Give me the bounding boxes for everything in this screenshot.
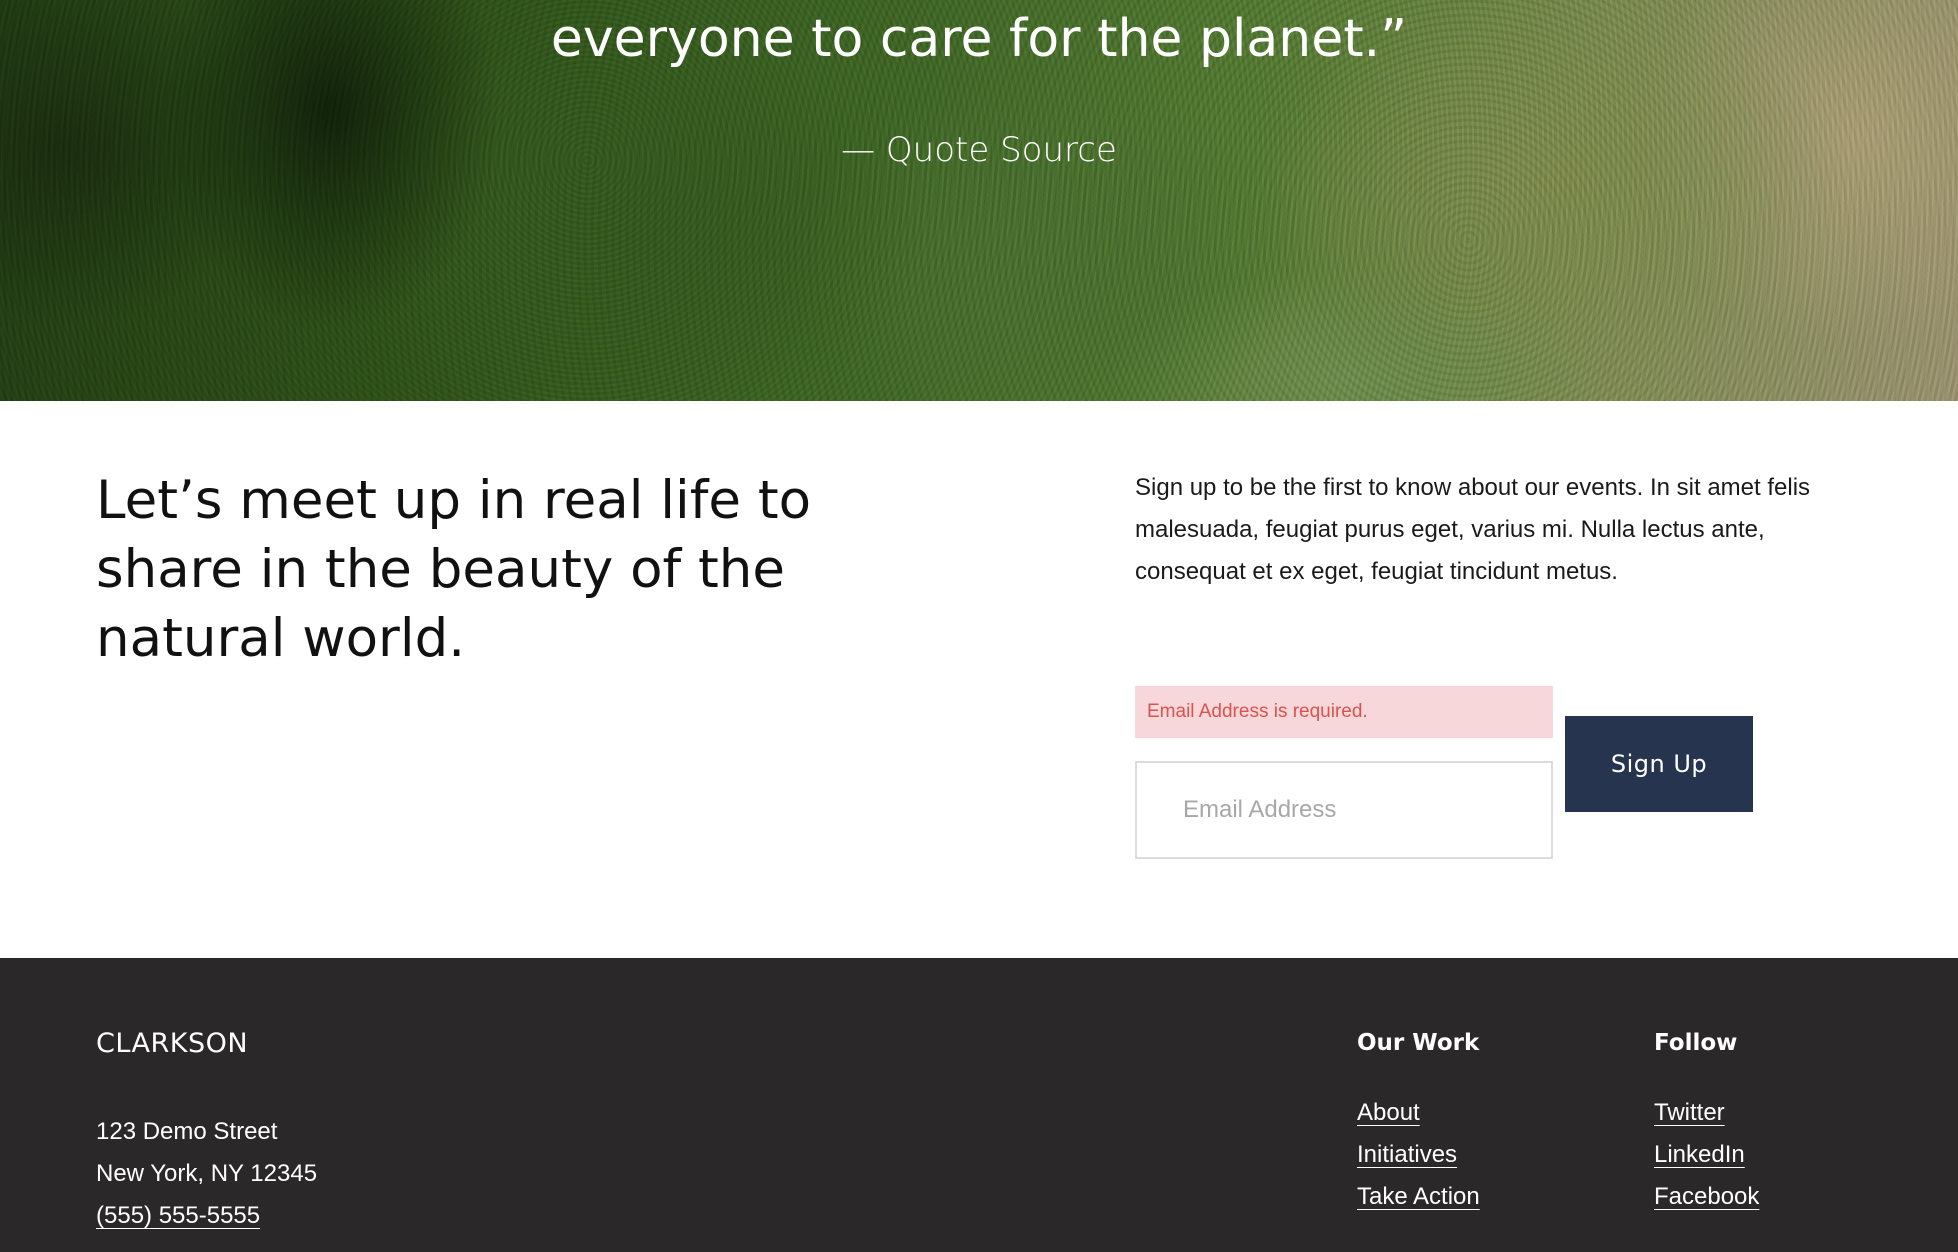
- footer-link-twitter[interactable]: Twitter: [1654, 1099, 1725, 1126]
- footer-link-initiatives[interactable]: Initiatives: [1357, 1141, 1457, 1168]
- signup-description: Sign up to be the first to know about ou…: [1135, 474, 1811, 585]
- phone-link[interactable]: (555) 555-5555: [96, 1195, 317, 1237]
- quote-source: — Quote Source: [841, 130, 1117, 170]
- email-error-message: Email Address is required.: [1135, 686, 1553, 738]
- footer-link-list: About Initiatives Take Action: [1357, 1092, 1480, 1218]
- footer-column-our-work: Our Work About Initiatives Take Action: [1357, 1028, 1480, 1218]
- footer-address: 123 Demo Street New York, NY 12345 (555)…: [96, 1111, 317, 1237]
- hero-banner: everyone to care for the planet.” — Quot…: [0, 0, 1958, 401]
- footer-column-title: Our Work: [1357, 1030, 1480, 1056]
- site-footer: CLARKSON 123 Demo Street New York, NY 12…: [0, 958, 1958, 1252]
- hero-quote: everyone to care for the planet.”: [550, 9, 1408, 69]
- address-line-1: 123 Demo Street: [96, 1118, 278, 1145]
- footer-link-take-action[interactable]: Take Action: [1357, 1183, 1480, 1210]
- footer-link-linkedin[interactable]: LinkedIn: [1654, 1141, 1745, 1168]
- email-field[interactable]: [1135, 761, 1553, 859]
- footer-column-follow: Follow Twitter LinkedIn Facebook: [1654, 1028, 1759, 1218]
- footer-link-facebook[interactable]: Facebook: [1654, 1183, 1759, 1210]
- footer-link-list: Twitter LinkedIn Facebook: [1654, 1092, 1759, 1218]
- signup-section: Let’s meet up in real life to share in t…: [0, 401, 1958, 958]
- signup-heading: Let’s meet up in real life to share in t…: [96, 470, 812, 669]
- address-line-2: New York, NY 12345: [96, 1160, 318, 1187]
- footer-column-title: Follow: [1654, 1030, 1738, 1056]
- brand-logo-text[interactable]: CLARKSON: [96, 1028, 248, 1059]
- footer-link-about[interactable]: About: [1357, 1099, 1420, 1126]
- sign-up-button[interactable]: Sign Up: [1565, 716, 1753, 812]
